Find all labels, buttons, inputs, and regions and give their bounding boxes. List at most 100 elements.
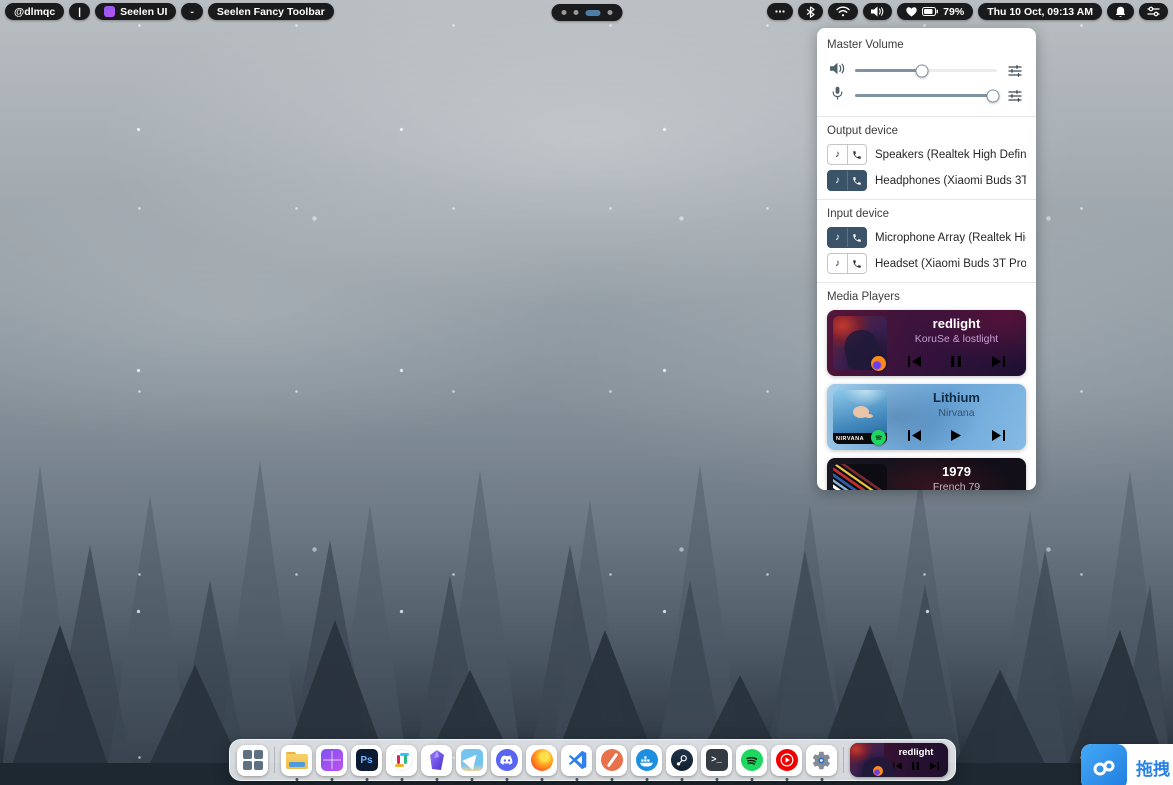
pause-button[interactable] bbox=[908, 760, 923, 772]
running-indicator bbox=[645, 778, 648, 781]
media-route-button[interactable]: ♪ bbox=[828, 228, 847, 247]
next-button[interactable] bbox=[988, 354, 1009, 369]
mic-volume-row bbox=[829, 83, 1024, 108]
workspace-dot-1[interactable] bbox=[561, 10, 566, 15]
battery-pill[interactable]: 79% bbox=[897, 3, 973, 20]
running-indicator bbox=[750, 778, 753, 781]
dock-item-youtube-music[interactable] bbox=[771, 745, 802, 776]
ellipsis-icon: ⋯ bbox=[775, 6, 786, 18]
previous-button[interactable] bbox=[904, 428, 925, 443]
media-route-button[interactable]: ♪ bbox=[828, 171, 847, 190]
baidu-netdisk-drag-widget[interactable]: 拖拽 bbox=[1081, 744, 1173, 785]
user-handle-pill[interactable]: @dlmqc bbox=[5, 3, 64, 20]
speaker-volume-slider[interactable] bbox=[855, 69, 997, 72]
mic-volume-slider[interactable] bbox=[855, 94, 997, 97]
running-indicator bbox=[435, 778, 438, 781]
dock-item-obsidian[interactable] bbox=[421, 745, 452, 776]
tray-overflow-button[interactable]: ⋯ bbox=[767, 3, 794, 20]
start-menu-icon bbox=[243, 750, 263, 770]
device-name[interactable]: Headphones (Xiaomi Buds 3T Pro) bbox=[875, 175, 1026, 187]
mic-mixer-button[interactable] bbox=[1006, 90, 1024, 102]
dock-item-settings[interactable] bbox=[806, 745, 837, 776]
next-button[interactable] bbox=[988, 428, 1009, 443]
running-indicator bbox=[680, 778, 683, 781]
workspace-switcher[interactable] bbox=[551, 4, 622, 21]
media-player-card-redlight[interactable]: redlight KoruSe & lostlight bbox=[827, 310, 1026, 376]
slider-thumb[interactable] bbox=[915, 64, 928, 77]
play-button[interactable] bbox=[947, 428, 965, 443]
toolbar-title-pill[interactable]: Seelen Fancy Toolbar bbox=[208, 3, 334, 20]
slider-thumb[interactable] bbox=[986, 89, 999, 102]
media-player-card-1979[interactable]: 1979 French 79 bbox=[827, 458, 1026, 490]
settings-gear-icon bbox=[811, 749, 833, 771]
dash-pill[interactable]: - bbox=[181, 3, 203, 20]
device-name[interactable]: Headset (Xiaomi Buds 3T Pro) bbox=[875, 258, 1026, 270]
dock-item-steam[interactable] bbox=[666, 745, 697, 776]
separator-pill[interactable]: | bbox=[69, 3, 90, 20]
toolbar-left: @dlmqc | Seelen UI - Seelen Fancy Toolba… bbox=[5, 3, 334, 20]
dock-item-firefox[interactable] bbox=[526, 745, 557, 776]
running-indicator bbox=[365, 778, 368, 781]
workspace-dot-3-active[interactable] bbox=[585, 10, 600, 16]
call-route-button[interactable] bbox=[847, 145, 866, 164]
media-route-button[interactable]: ♪ bbox=[828, 145, 847, 164]
media-route-button[interactable]: ♪ bbox=[828, 254, 847, 273]
dock-item-paper-plane-app[interactable] bbox=[456, 745, 487, 776]
dock-item-slack[interactable] bbox=[386, 745, 417, 776]
speaker-mixer-button[interactable] bbox=[1006, 65, 1024, 77]
dock-item-terminal[interactable]: >_ bbox=[701, 745, 732, 776]
quick-settings-button[interactable] bbox=[1139, 3, 1168, 20]
device-name[interactable]: Speakers (Realtek High Definition A... bbox=[875, 149, 1026, 161]
running-indicator bbox=[505, 778, 508, 781]
dock-item-discord[interactable] bbox=[491, 745, 522, 776]
section-divider bbox=[817, 116, 1036, 117]
call-route-button[interactable] bbox=[847, 228, 866, 247]
notifications-button[interactable] bbox=[1107, 3, 1134, 20]
dock-item-docker[interactable] bbox=[631, 745, 662, 776]
track-meta: 1979 French 79 bbox=[891, 464, 1022, 490]
bluetooth-button[interactable] bbox=[798, 3, 823, 20]
track-title: redlight bbox=[888, 747, 944, 758]
folder-icon bbox=[286, 752, 308, 769]
previous-button[interactable] bbox=[904, 354, 925, 369]
heart-icon bbox=[906, 7, 917, 17]
volume-button[interactable] bbox=[863, 3, 892, 20]
wifi-button[interactable] bbox=[828, 3, 858, 20]
dock-item-pen-tool-app[interactable] bbox=[596, 745, 627, 776]
workspace-dot-2[interactable] bbox=[573, 10, 578, 15]
dock-item-photoshop[interactable]: Ps bbox=[351, 745, 382, 776]
photoshop-icon: Ps bbox=[356, 749, 378, 771]
input-device-row-mic-array: ♪ Microphone Array (Realtek High Def... bbox=[827, 227, 1026, 248]
track-meta: Lithium Nirvana bbox=[891, 390, 1022, 419]
pause-button[interactable] bbox=[947, 354, 965, 369]
clock-pill[interactable]: Thu 10 Oct, 09:13 AM bbox=[978, 3, 1102, 20]
dock-item-vscode[interactable] bbox=[561, 745, 592, 776]
docker-icon bbox=[636, 749, 658, 771]
spotify-app-badge bbox=[871, 430, 886, 445]
call-route-button[interactable] bbox=[847, 254, 866, 273]
next-button[interactable] bbox=[926, 760, 943, 772]
music-note-icon: ♪ bbox=[835, 258, 840, 269]
media-players-title: Media Players bbox=[827, 291, 1026, 303]
workspace-dot-4[interactable] bbox=[607, 10, 612, 15]
phone-icon bbox=[852, 233, 862, 243]
device-name[interactable]: Microphone Array (Realtek High Def... bbox=[875, 232, 1026, 244]
output-device-row-headphones: ♪ Headphones (Xiaomi Buds 3T Pro) bbox=[827, 170, 1026, 191]
dock-item-spotify[interactable] bbox=[736, 745, 767, 776]
track-title: redlight bbox=[891, 316, 1022, 331]
play-icon bbox=[951, 430, 961, 441]
dock-item-seelen-ui[interactable] bbox=[316, 745, 347, 776]
running-indicator bbox=[295, 778, 298, 781]
next-icon bbox=[930, 762, 939, 770]
phone-icon bbox=[852, 150, 862, 160]
call-route-button[interactable] bbox=[847, 171, 866, 190]
phone-icon bbox=[852, 176, 862, 186]
dock-item-start[interactable] bbox=[237, 745, 268, 776]
dock-item-file-explorer[interactable] bbox=[281, 745, 312, 776]
battery-icon bbox=[922, 7, 938, 16]
seelen-ui-pill[interactable]: Seelen UI bbox=[95, 3, 176, 20]
stripes-artwork bbox=[833, 464, 887, 490]
running-indicator bbox=[785, 778, 788, 781]
dock-media-widget[interactable]: redlight bbox=[850, 743, 948, 777]
media-player-card-lithium[interactable]: NIRVANA Lithium Nirvana bbox=[827, 384, 1026, 450]
